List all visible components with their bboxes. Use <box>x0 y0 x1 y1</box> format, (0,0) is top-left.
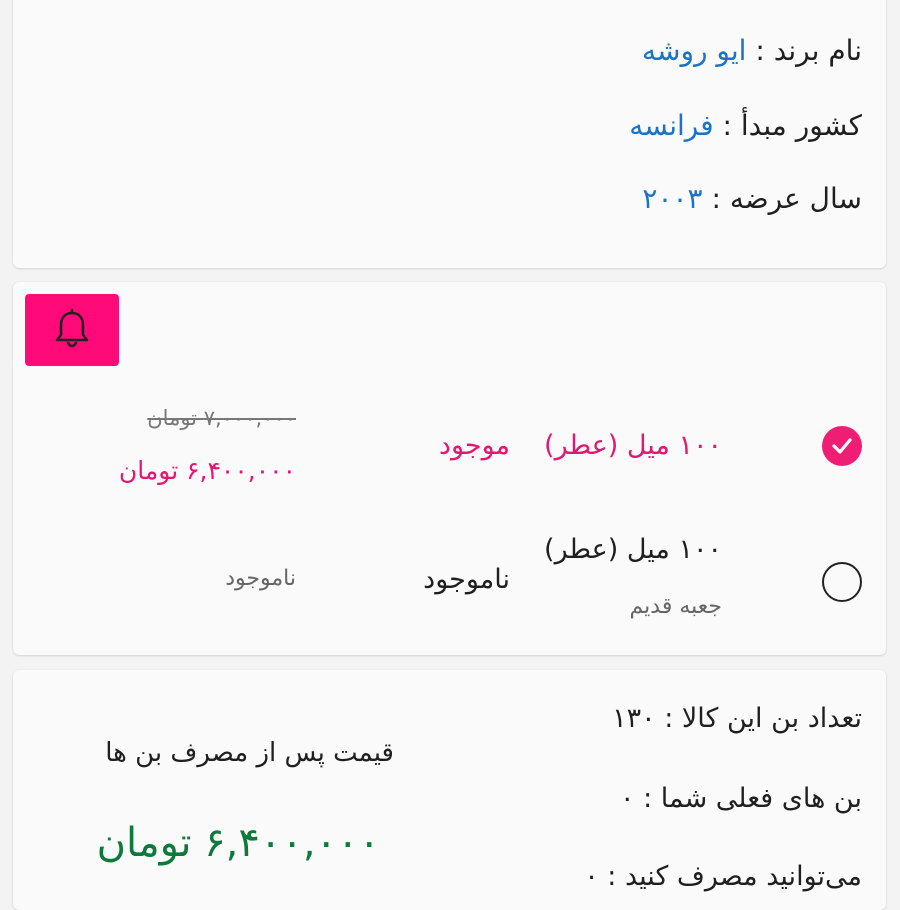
check-icon <box>832 438 852 454</box>
bon-count: تعداد بن این کالا : ۱۳۰ <box>612 703 862 734</box>
variants-card: ۱۰۰ میل (عطر) موجود ۷,۰۰۰,۰۰۰ تومان ۶,۴۰… <box>13 282 886 655</box>
current-price: ۶,۴۰۰,۰۰۰ تومان <box>118 456 296 485</box>
brand-value[interactable]: ایو روشه <box>642 34 746 67</box>
year-row: سال عرضه : ۲۰۰۳ <box>642 182 862 215</box>
brand-row: نام برند : ایو روشه <box>642 34 862 67</box>
country-row: کشور مبدأ : فرانسه <box>629 109 862 142</box>
bon-current: بن های فعلی شما : ۰ <box>619 783 862 814</box>
bon-usable: می‌توانید مصرف کنید : ۰ <box>584 861 862 892</box>
variant-name: ۱۰۰ میل (عطر) <box>544 430 722 461</box>
year-label: سال عرضه : <box>711 182 862 215</box>
year-value: ۲۰۰۳ <box>642 182 703 215</box>
price-status: ناموجود <box>225 566 296 591</box>
after-bon-price: ۶,۴۰۰,۰۰۰ تومان <box>96 820 380 866</box>
country-value[interactable]: فرانسه <box>629 109 713 142</box>
bon-card: تعداد بن این کالا : ۱۳۰ بن های فعلی شما … <box>13 670 886 910</box>
variant-name: ۱۰۰ میل (عطر) <box>544 534 722 565</box>
radio-selected[interactable] <box>822 426 862 466</box>
after-bon-label: قیمت پس از مصرف بن ها <box>105 738 394 768</box>
variant-status: ناموجود <box>423 564 510 595</box>
notify-button[interactable] <box>25 294 119 366</box>
variant-subtitle: جعبه قدیم <box>629 594 722 619</box>
brand-info-card: نام برند : ایو روشه کشور مبدأ : فرانسه س… <box>13 0 886 268</box>
variant-status: موجود <box>438 430 510 461</box>
radio-unselected[interactable] <box>822 562 862 602</box>
old-price: ۷,۰۰۰,۰۰۰ تومان <box>147 406 296 430</box>
brand-label: نام برند : <box>755 34 862 67</box>
bell-icon <box>55 308 89 348</box>
country-label: کشور مبدأ : <box>722 109 862 142</box>
